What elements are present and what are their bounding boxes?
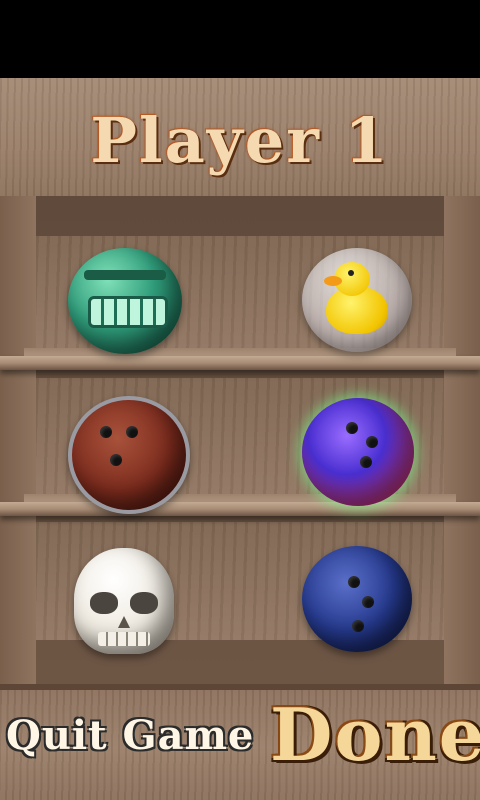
finger-hole [126, 426, 138, 438]
duck-beak [324, 276, 342, 286]
finger-hole [362, 596, 374, 608]
skull-eye-socket [90, 592, 118, 614]
tiki-ball-icon[interactable] [68, 248, 182, 354]
skull-ball-icon[interactable] [74, 548, 174, 654]
shelf-1 [0, 356, 480, 370]
cosmic-bowling-ball-icon[interactable] [302, 398, 414, 506]
finger-hole [100, 426, 112, 438]
cabinet-left-wall [0, 196, 36, 686]
finger-hole [366, 436, 378, 448]
lava-bowling-ball-icon[interactable] [68, 396, 190, 514]
thumb-hole [360, 456, 372, 468]
navy-bowling-ball-icon[interactable] [302, 546, 412, 652]
finger-hole [346, 422, 358, 434]
header-board: Player 1 [0, 78, 480, 202]
rubber-duck-ball-icon[interactable] [302, 248, 412, 352]
duck-eye [348, 270, 354, 276]
done-button[interactable]: Done [270, 692, 480, 777]
skull-teeth [98, 632, 150, 646]
status-bar-area [0, 0, 480, 78]
game-screen: Player 1 Quit Game Done [0, 0, 480, 800]
thumb-hole [110, 454, 122, 466]
quit-game-button[interactable]: Quit Game [6, 712, 254, 759]
skull-nose [118, 616, 130, 628]
tiki-brow [84, 270, 166, 280]
cabinet-right-wall [444, 196, 480, 686]
finger-hole [348, 576, 360, 588]
tiki-teeth [88, 296, 168, 328]
thumb-hole [352, 620, 364, 632]
shelf-2 [0, 502, 480, 516]
skull-eye-socket [130, 592, 158, 614]
player-title: Player 1 [90, 104, 390, 177]
